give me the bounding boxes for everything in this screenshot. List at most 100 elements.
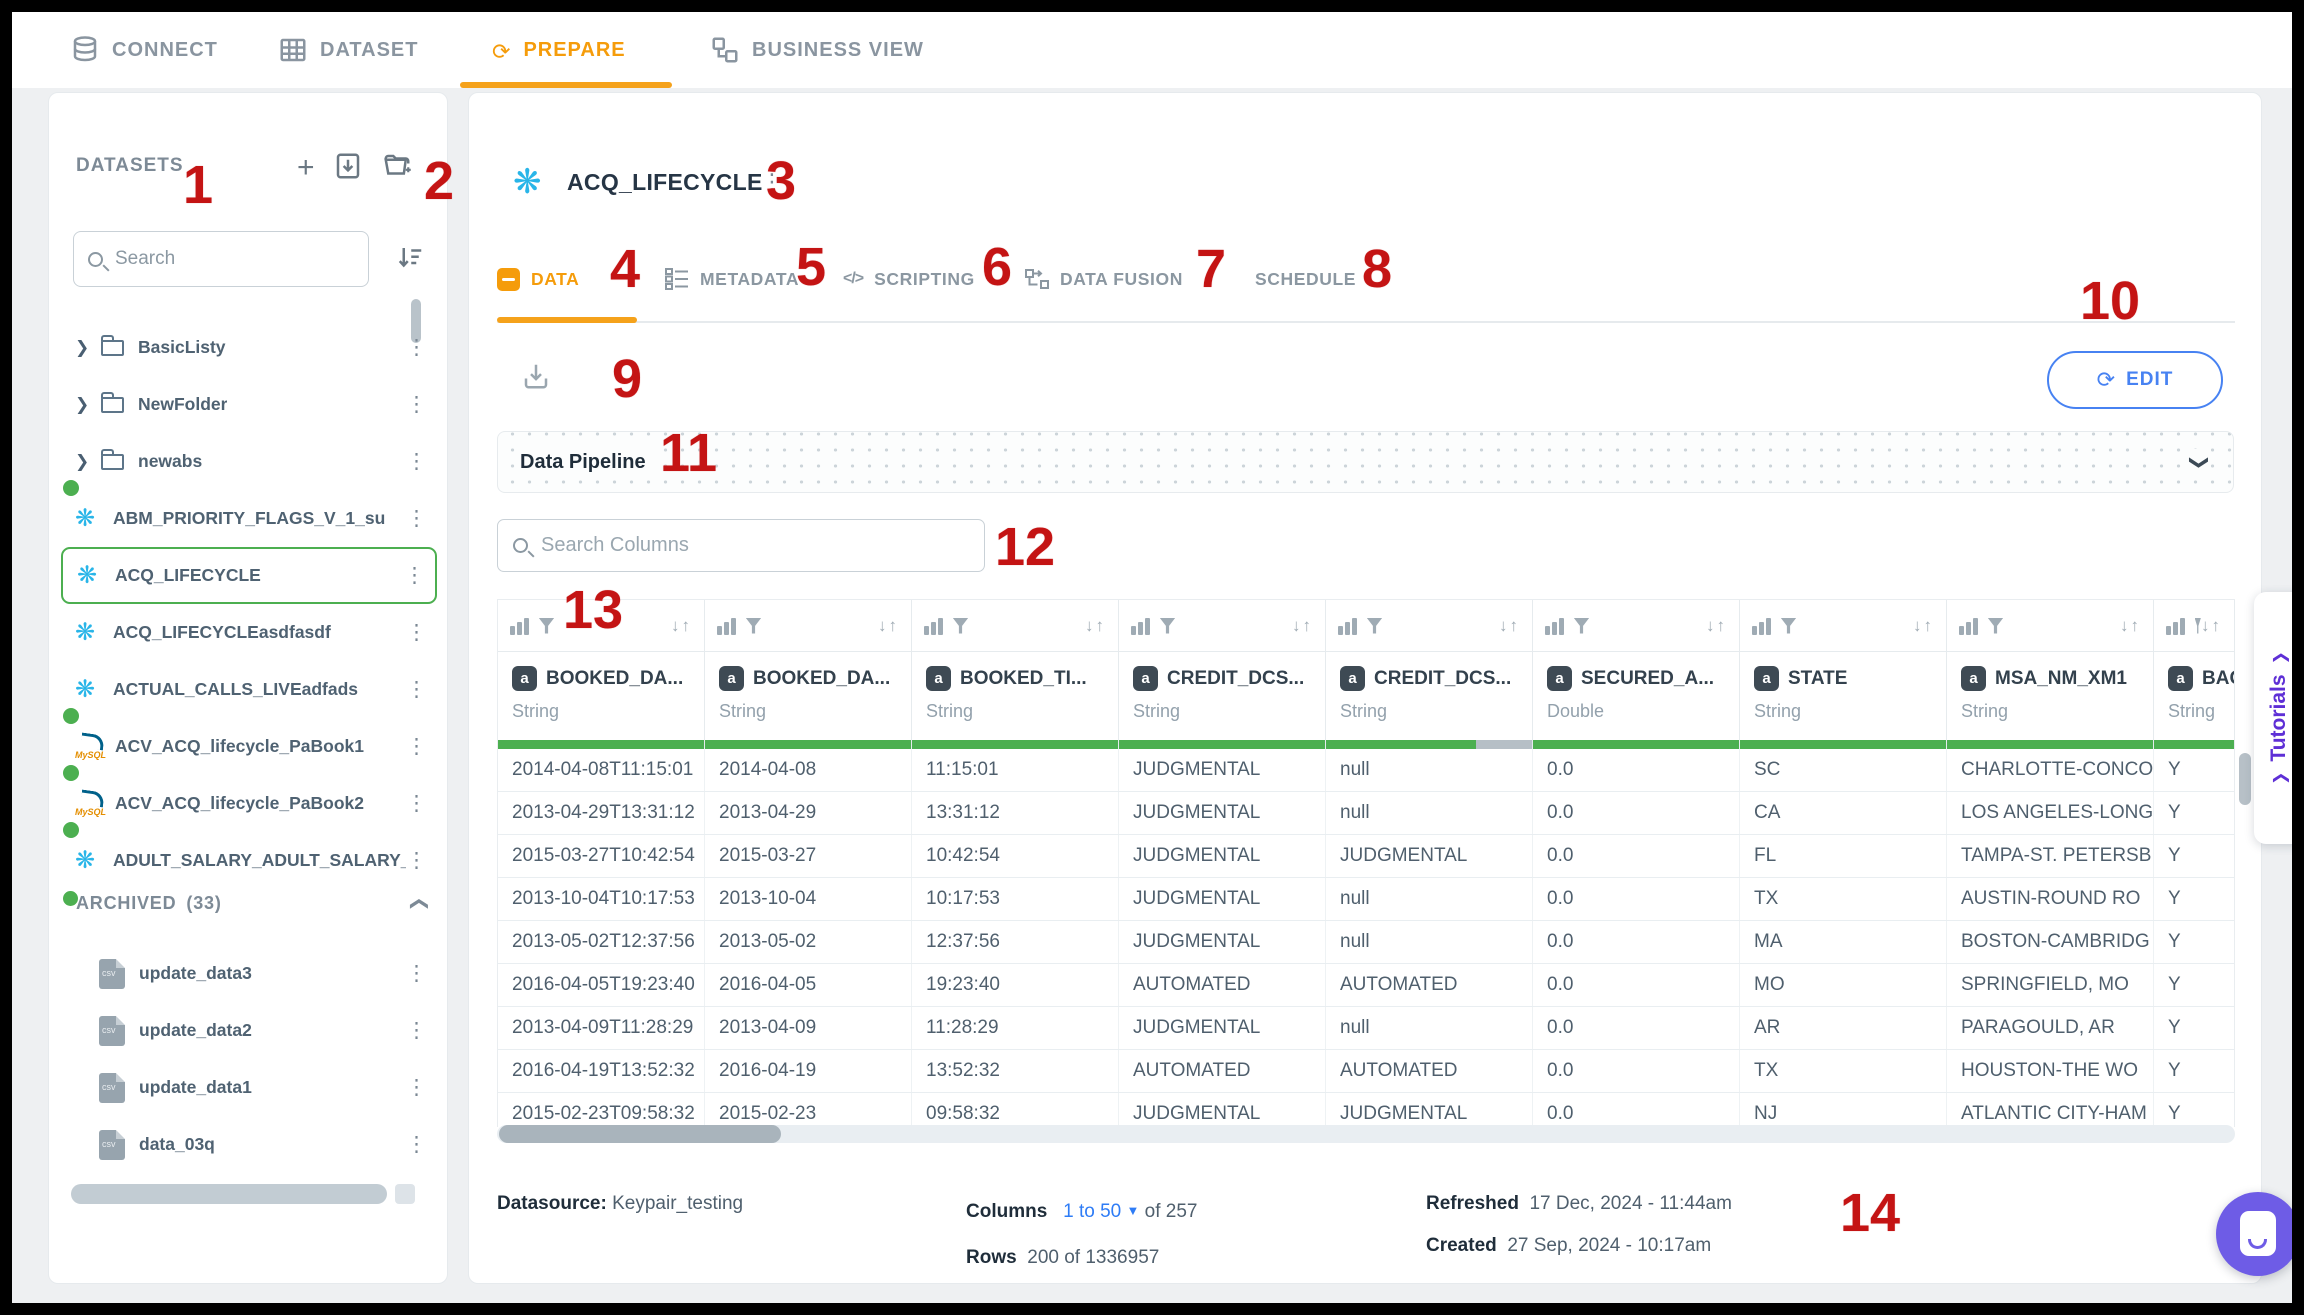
sidebar-dataset-item[interactable]: ACQ_LIFECYCLE bbox=[61, 547, 437, 604]
sort-arrows-icon[interactable]: ↓↑ bbox=[1292, 616, 1313, 636]
sidebar-dataset-item[interactable]: newabs bbox=[61, 433, 437, 490]
sidebar-dataset-item[interactable]: ABM_PRIORITY_FLAGS_V_1_su bbox=[61, 490, 437, 547]
item-menu-icon[interactable] bbox=[406, 392, 427, 417]
table-row[interactable]: 2015-03-27T10:42:542015-03-2710:42:54JUD… bbox=[498, 835, 2234, 878]
column-header-cell[interactable]: aCREDIT_DCS...String bbox=[1119, 652, 1326, 740]
column-search-input[interactable] bbox=[541, 534, 969, 557]
table-row[interactable]: 2016-04-19T13:52:322016-04-1913:52:32AUT… bbox=[498, 1050, 2234, 1093]
sort-arrows-icon[interactable]: ↓↑ bbox=[1085, 616, 1106, 636]
column-header-cell[interactable]: aBAC_CString bbox=[2154, 652, 2235, 740]
table-row[interactable]: 2013-10-04T10:17:532013-10-0410:17:53JUD… bbox=[498, 878, 2234, 921]
archived-item[interactable]: update_data3 bbox=[61, 945, 437, 1002]
sidebar-horizontal-scrollbar[interactable] bbox=[71, 1184, 387, 1204]
nav-item-prepare[interactable]: PREPARE bbox=[492, 12, 626, 88]
add-dataset-button[interactable]: + bbox=[297, 151, 315, 185]
tab-data-fusion[interactable]: DATA FUSION bbox=[1025, 257, 1183, 301]
collapse-icon[interactable] bbox=[410, 893, 426, 914]
column-header-cell[interactable]: aCREDIT_DCS...String bbox=[1326, 652, 1533, 740]
filter-icon[interactable] bbox=[746, 618, 762, 634]
chevron-down-icon[interactable] bbox=[2187, 449, 2211, 476]
archived-item[interactable]: update_data2 bbox=[61, 1002, 437, 1059]
tab-metadata[interactable]: METADATA bbox=[665, 257, 799, 301]
chevron-right-icon[interactable] bbox=[75, 395, 101, 415]
chevron-right-icon[interactable] bbox=[75, 338, 101, 358]
nav-item-dataset[interactable]: DATASET bbox=[278, 12, 418, 88]
histogram-icon[interactable] bbox=[1338, 617, 1357, 635]
download-data-icon[interactable] bbox=[521, 361, 551, 391]
sort-arrows-icon[interactable]: ↓↑ bbox=[1913, 616, 1934, 636]
archived-section-header[interactable]: ARCHIVED (33) bbox=[76, 893, 426, 914]
table-row[interactable]: 2016-04-05T19:23:402016-04-0519:23:40AUT… bbox=[498, 964, 2234, 1007]
item-menu-icon[interactable] bbox=[406, 620, 427, 645]
sidebar-search[interactable] bbox=[73, 231, 369, 287]
histogram-icon[interactable] bbox=[1959, 617, 1978, 635]
filter-icon[interactable] bbox=[1367, 618, 1383, 634]
filter-icon[interactable] bbox=[1160, 618, 1176, 634]
table-row[interactable]: 2015-02-23T09:58:322015-02-2309:58:32JUD… bbox=[498, 1093, 2234, 1127]
column-header-cell[interactable]: aSTATEString bbox=[1740, 652, 1947, 740]
data-pipeline-bar[interactable]: Data Pipeline bbox=[497, 431, 2234, 493]
histogram-icon[interactable] bbox=[1131, 617, 1150, 635]
column-header-cell[interactable]: aBOOKED_DA...String bbox=[705, 652, 912, 740]
filter-icon[interactable] bbox=[953, 618, 969, 634]
sort-icon[interactable] bbox=[395, 243, 425, 273]
item-menu-icon[interactable] bbox=[406, 1075, 427, 1100]
item-menu-icon[interactable] bbox=[406, 791, 427, 816]
item-menu-icon[interactable] bbox=[406, 848, 427, 873]
item-menu-icon[interactable] bbox=[404, 563, 425, 588]
sort-arrows-icon[interactable]: ↓↑ bbox=[1499, 616, 1520, 636]
item-menu-icon[interactable] bbox=[406, 961, 427, 986]
columns-range-link[interactable]: 1 to 50 bbox=[1063, 1201, 1121, 1222]
sidebar-search-input[interactable] bbox=[115, 248, 315, 270]
tab-scripting[interactable]: </> SCRIPTING bbox=[843, 257, 975, 301]
sort-arrows-icon[interactable]: ↓↑ bbox=[2120, 616, 2141, 636]
nav-item-business-view[interactable]: BUSINESS VIEW bbox=[710, 12, 924, 88]
sort-arrows-icon[interactable]: ↓↑ bbox=[878, 616, 899, 636]
sort-arrows-icon[interactable]: ↓↑ bbox=[671, 616, 692, 636]
table-row[interactable]: 2013-04-09T11:28:292013-04-0911:28:29JUD… bbox=[498, 1007, 2234, 1050]
sidebar-dataset-item[interactable]: ADULT_SALARY_ADULT_SALARY_V1 bbox=[61, 832, 437, 889]
item-menu-icon[interactable] bbox=[406, 506, 427, 531]
chat-launcher-button[interactable] bbox=[2216, 1192, 2292, 1276]
column-header-cell[interactable]: aBOOKED_TI...String bbox=[912, 652, 1119, 740]
sidebar-dataset-item[interactable]: NewFolder bbox=[61, 376, 437, 433]
histogram-icon[interactable] bbox=[924, 617, 943, 635]
sidebar-dataset-item[interactable]: ACV_ACQ_lifecycle_PaBook2 bbox=[61, 775, 437, 832]
item-menu-icon[interactable] bbox=[406, 677, 427, 702]
histogram-icon[interactable] bbox=[510, 617, 529, 635]
table-vertical-scrollbar[interactable] bbox=[2239, 753, 2251, 805]
sidebar-dataset-item[interactable]: ACTUAL_CALLS_LIVEadfads bbox=[61, 661, 437, 718]
item-menu-icon[interactable] bbox=[406, 734, 427, 759]
sidebar-dataset-item[interactable]: ACQ_LIFECYCLEasdfasdf bbox=[61, 604, 437, 661]
item-menu-icon[interactable] bbox=[406, 1132, 427, 1157]
column-search[interactable] bbox=[497, 519, 985, 572]
histogram-icon[interactable] bbox=[717, 617, 736, 635]
filter-icon[interactable] bbox=[1781, 618, 1797, 634]
filter-icon[interactable] bbox=[539, 618, 555, 634]
edit-button[interactable]: EDIT bbox=[2047, 351, 2223, 409]
table-row[interactable]: 2013-05-02T12:37:562013-05-0212:37:56JUD… bbox=[498, 921, 2234, 964]
column-header-cell[interactable]: aMSA_NM_XM1String bbox=[1947, 652, 2154, 740]
sidebar-dataset-item[interactable]: ACV_ACQ_lifecycle_PaBook1 bbox=[61, 718, 437, 775]
table-horizontal-scrollbar[interactable] bbox=[497, 1125, 2235, 1143]
caret-down-icon[interactable]: ▼ bbox=[1127, 1203, 1140, 1218]
sidebar-dataset-item[interactable]: BasicListy bbox=[61, 319, 437, 376]
scrollbar-thumb[interactable] bbox=[499, 1125, 781, 1143]
import-dataset-icon[interactable] bbox=[333, 151, 363, 181]
chevron-right-icon[interactable] bbox=[75, 452, 101, 472]
item-menu-icon[interactable] bbox=[406, 1018, 427, 1043]
table-row[interactable]: 2014-04-08T11:15:012014-04-0811:15:01JUD… bbox=[498, 749, 2234, 792]
new-folder-icon[interactable] bbox=[381, 151, 413, 181]
tab-schedule[interactable]: SCHEDULE bbox=[1255, 257, 1356, 301]
sort-arrows-icon[interactable]: ↓↑ bbox=[2201, 616, 2222, 636]
histogram-icon[interactable] bbox=[1752, 617, 1771, 635]
histogram-icon[interactable] bbox=[2166, 617, 2185, 635]
tutorials-tab[interactable]: Tutorials bbox=[2254, 592, 2292, 844]
item-menu-icon[interactable] bbox=[406, 335, 427, 360]
histogram-icon[interactable] bbox=[1545, 617, 1564, 635]
table-row[interactable]: 2013-04-29T13:31:122013-04-2913:31:12JUD… bbox=[498, 792, 2234, 835]
archived-item[interactable]: update_data1 bbox=[61, 1059, 437, 1116]
archived-item[interactable]: data_03q bbox=[61, 1116, 437, 1173]
filter-icon[interactable] bbox=[1574, 618, 1590, 634]
column-header-cell[interactable]: aSECURED_A...Double bbox=[1533, 652, 1740, 740]
